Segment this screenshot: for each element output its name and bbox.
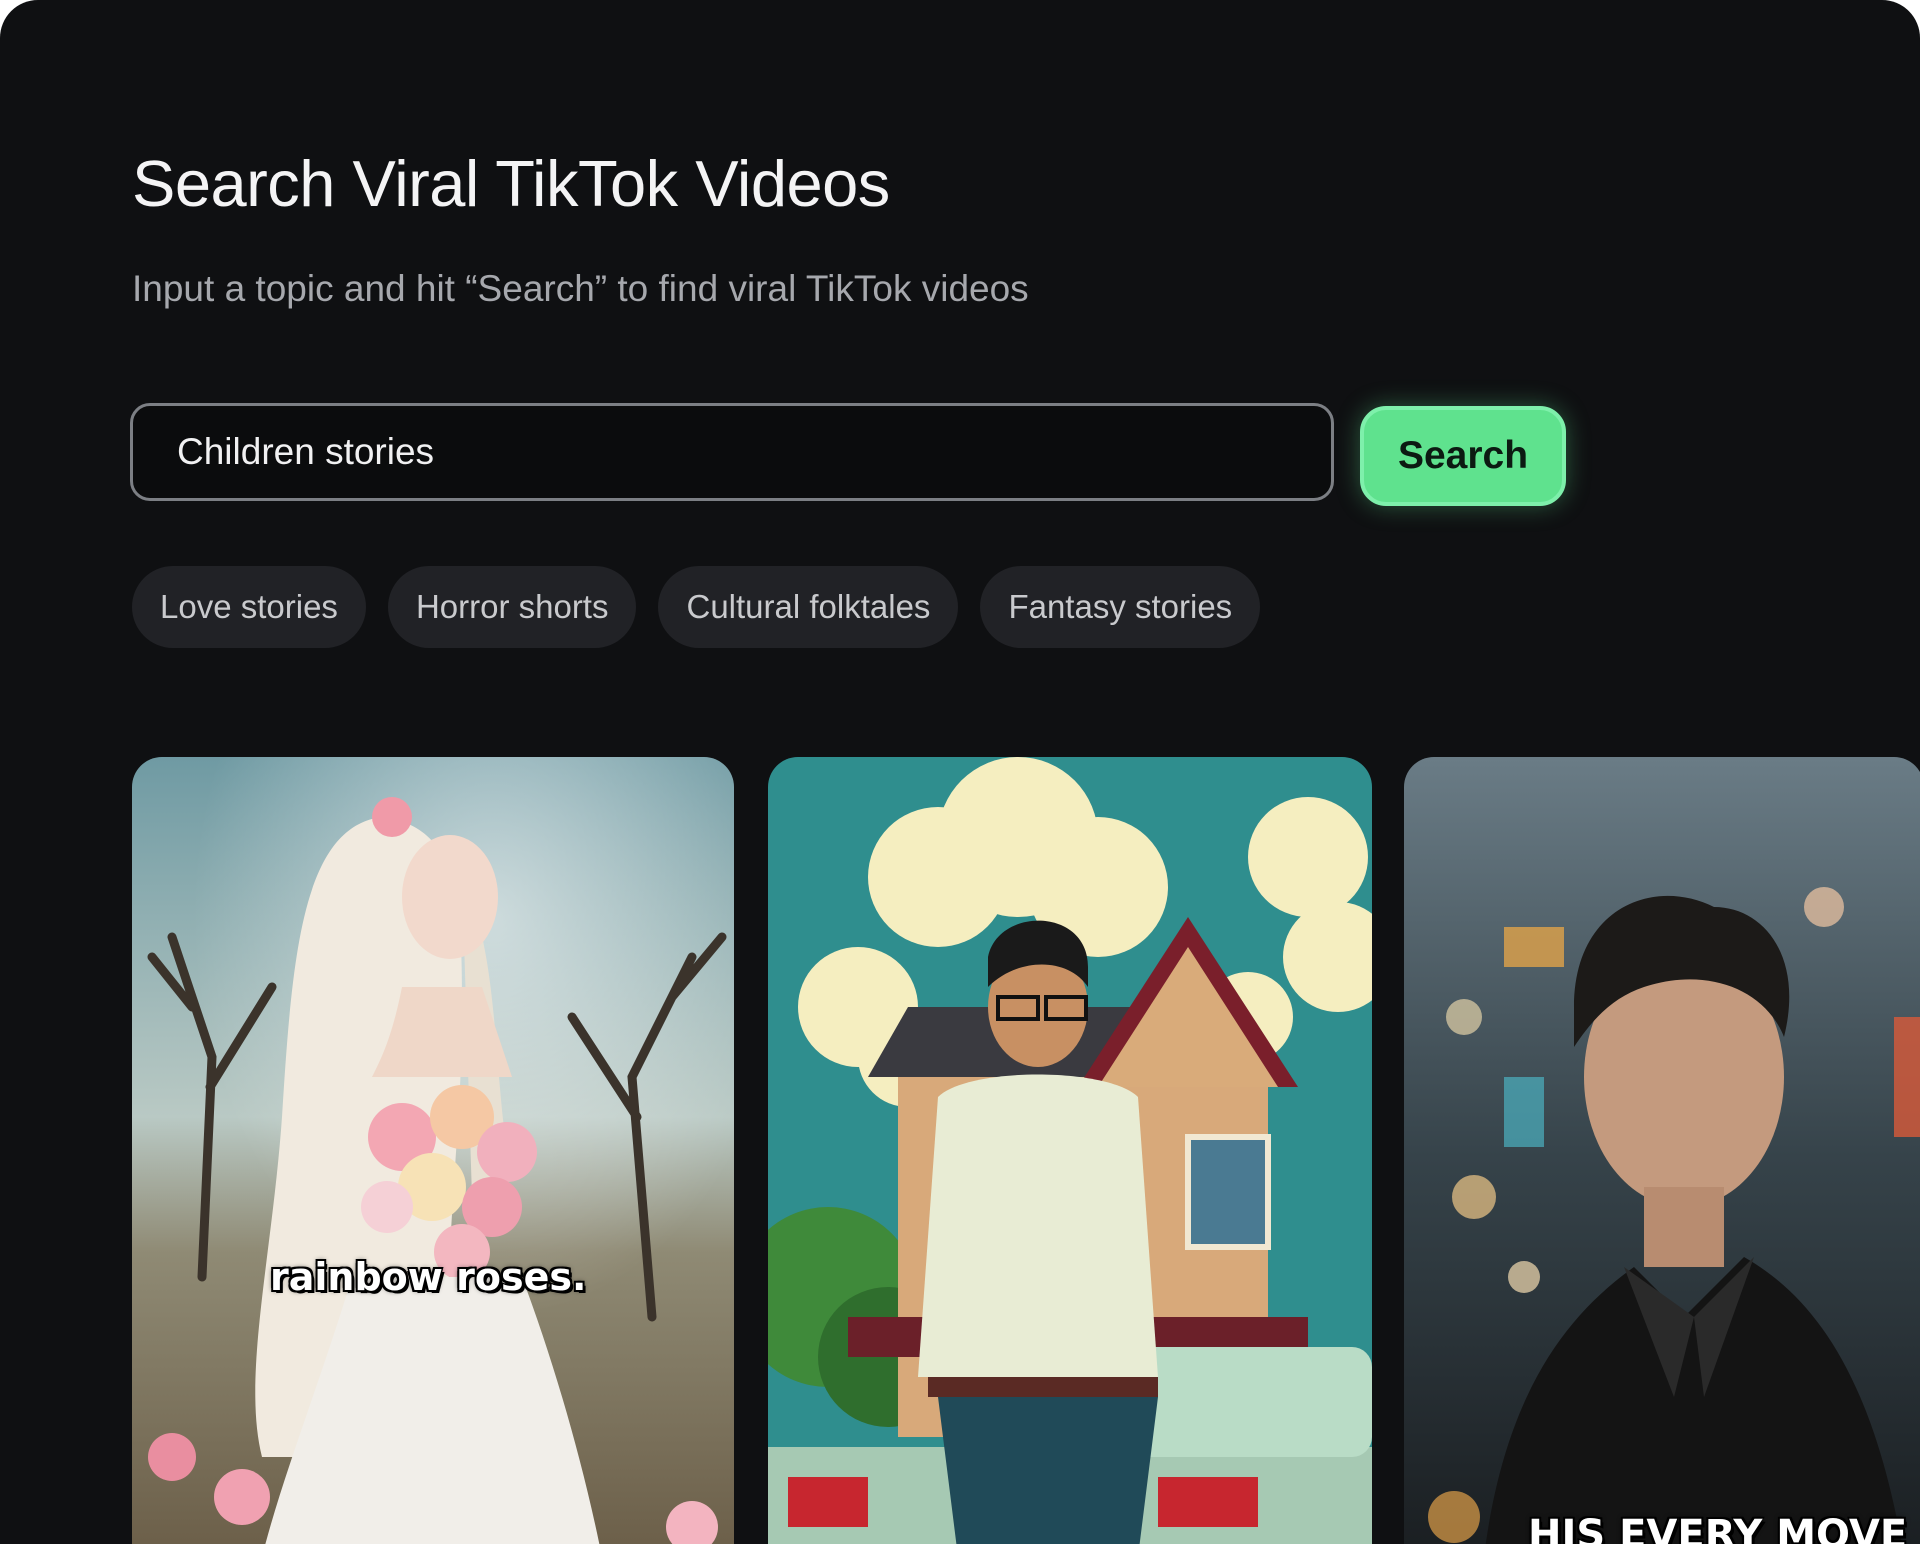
search-button[interactable]: Search [1360,406,1566,506]
page-subtitle: Input a topic and hit “Search” to find v… [132,268,1029,309]
suggestion-chip-horror-shorts[interactable]: Horror shorts [387,566,637,648]
video-card[interactable]: HIS EVERY MOVE [1404,757,1920,1544]
search-input[interactable] [130,403,1334,501]
search-panel: Search Viral TikTok Videos Input a topic… [0,0,1920,1544]
suggestion-chips: Love stories Horror shorts Cultural folk… [132,566,1261,648]
suggestion-chip-fantasy-stories[interactable]: Fantasy stories [980,566,1261,648]
video-caption: rainbow roses. [269,1254,587,1300]
video-caption: HIS EVERY MOVE [1527,1511,1908,1544]
video-thumbnail [132,757,734,1544]
video-thumbnail [768,757,1372,1544]
suggestion-chip-cultural-folktales[interactable]: Cultural folktales [658,566,959,648]
video-thumbnail [1404,757,1920,1544]
suggestion-chip-love-stories[interactable]: Love stories [132,566,366,648]
video-card[interactable] [768,757,1372,1544]
page-title: Search Viral TikTok Videos [132,147,890,220]
video-card[interactable]: rainbow roses. [132,757,734,1544]
